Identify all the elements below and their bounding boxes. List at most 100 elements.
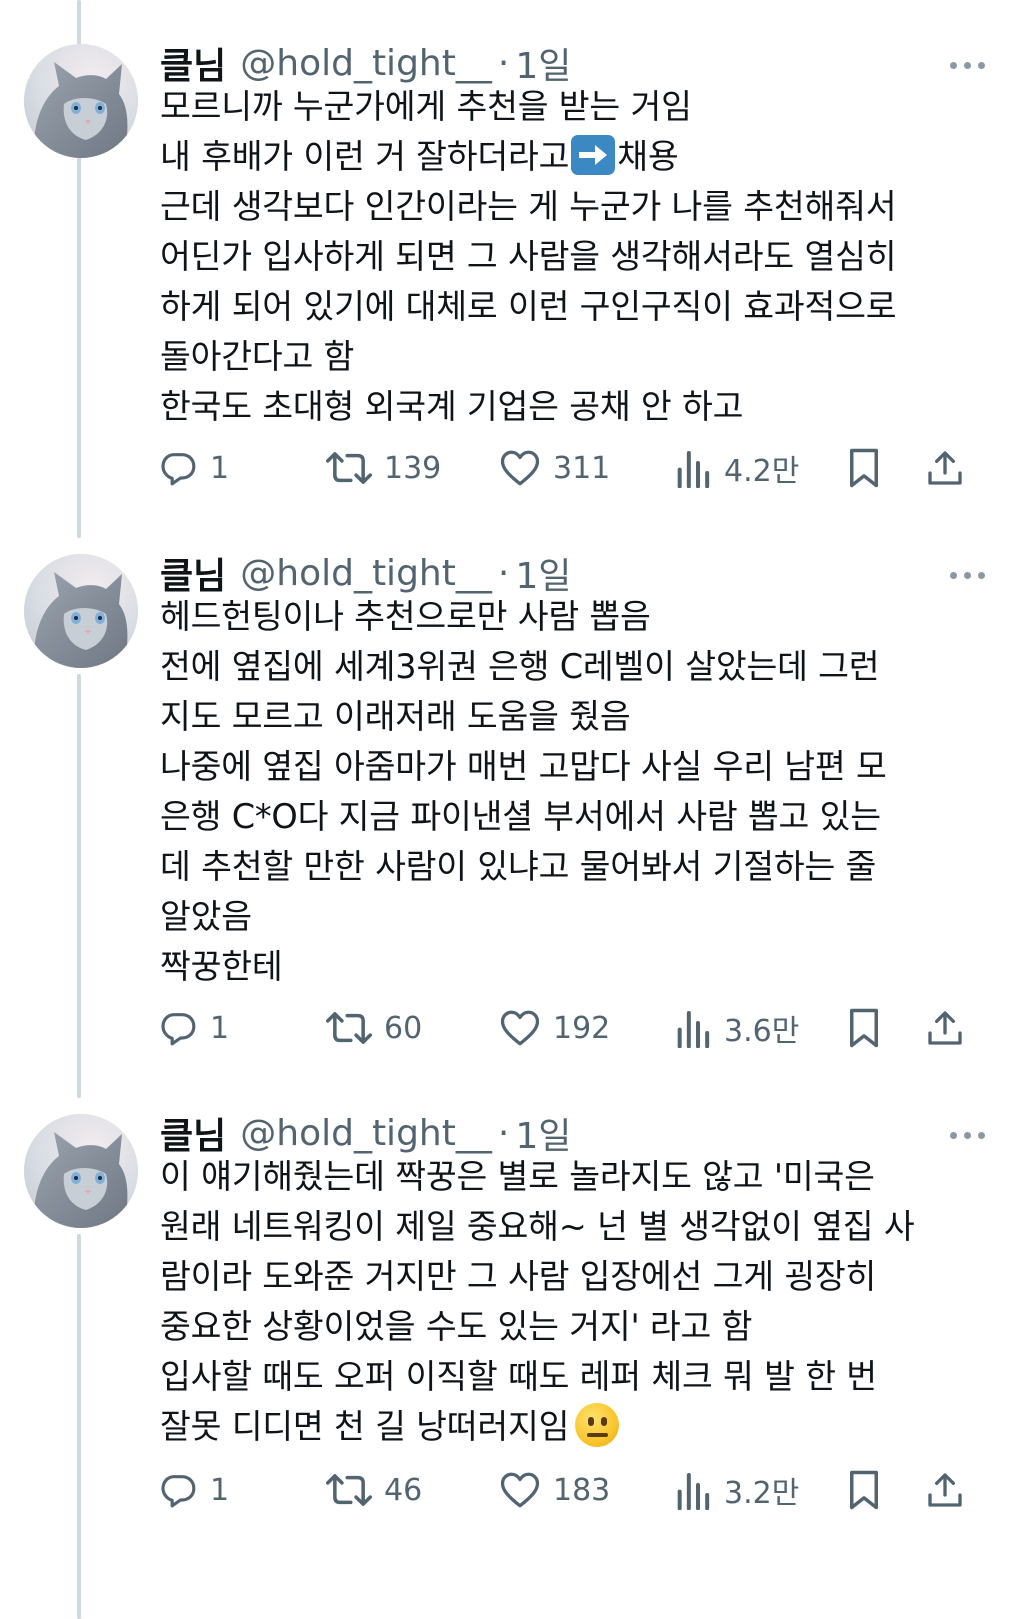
retweet-icon xyxy=(326,1474,372,1506)
tweet[interactable]: 클님 @hold_tight__ · 1일 이 얘기해줬는데 짝꿍은 별로 놀라… xyxy=(0,1113,1024,1614)
reply-button[interactable]: 1 xyxy=(158,1465,229,1515)
reply-icon xyxy=(161,453,196,486)
text-line: 은행 C*O다 지금 파이낸셜 부서에서 사람 뽑고 있는 xyxy=(160,797,881,836)
text-line: 나중에 옆집 아줌마가 매번 고맙다 사실 우리 남편 모 xyxy=(160,747,887,786)
views-button[interactable]: 4.2만 xyxy=(674,443,799,493)
views-count: 3.6만 xyxy=(724,1014,800,1049)
bookmark-icon xyxy=(850,1470,878,1510)
reply-count: 1 xyxy=(210,1472,230,1508)
bookmark-button[interactable] xyxy=(846,443,882,493)
bookmark-button[interactable] xyxy=(846,1465,882,1515)
views-count: 3.2만 xyxy=(724,1476,800,1511)
text-segment: 잘못 디디면 천 길 낭떠러지임 xyxy=(160,1407,570,1446)
reply-button[interactable]: 1 xyxy=(158,443,229,493)
like-button[interactable]: 183 xyxy=(499,1465,610,1515)
avatar[interactable] xyxy=(24,44,138,158)
cat-avatar-image xyxy=(24,44,138,158)
cat-avatar-image xyxy=(24,554,138,668)
views-button[interactable]: 3.6만 xyxy=(674,1003,799,1053)
reply-count: 1 xyxy=(210,450,230,486)
action-bar: 1 60 192 3.6만 xyxy=(0,1003,1024,1053)
views-icon xyxy=(677,451,710,488)
share-button[interactable] xyxy=(925,443,965,493)
share-icon xyxy=(928,1011,962,1045)
cat-avatar-image xyxy=(24,1114,138,1228)
like-count: 192 xyxy=(553,1010,611,1046)
text-line: 잘못 디디면 천 길 낭떠러지임 xyxy=(160,1402,990,1452)
bookmark-icon xyxy=(850,1008,878,1048)
like-button[interactable]: 192 xyxy=(499,1003,610,1053)
retweet-count: 139 xyxy=(384,450,442,486)
neutral-face-emoji xyxy=(575,1403,620,1447)
avatar[interactable] xyxy=(24,554,138,668)
text-line: 원래 네트워킹이 제일 중요해~ 넌 별 생각없이 옆집 사 xyxy=(160,1207,915,1246)
text-line: 근데 생각보다 인간이라는 게 누군가 나를 추천해줘서 xyxy=(160,187,897,226)
retweet-count: 60 xyxy=(384,1010,423,1046)
retweet-count: 46 xyxy=(384,1472,423,1508)
text-line: 모르니까 누군가에게 추천을 받는 거임 xyxy=(160,87,692,126)
tweet-header: 클님 @hold_tight__ · 1일 xyxy=(160,548,571,598)
bookmark-icon xyxy=(850,448,878,488)
text-line: 어딘가 입사하게 되면 그 사람을 생각해서라도 열심히 xyxy=(160,237,897,276)
user-handle[interactable]: @hold_tight__ xyxy=(240,1113,492,1154)
tweet-header: 클님 @hold_tight__ · 1일 xyxy=(160,1108,571,1158)
reply-button[interactable]: 1 xyxy=(158,1003,229,1053)
tweet-text: 헤드헌팅이나 추천으로만 사람 뽑음 전에 옆집에 세계3위권 은행 C레벨이 … xyxy=(160,592,990,992)
separator: · xyxy=(497,42,510,84)
right-arrow-emoji xyxy=(571,135,616,175)
more-icon[interactable] xyxy=(950,1128,990,1142)
text-line: 한국도 초대형 외국계 기업은 공채 안 하고 xyxy=(160,387,744,426)
like-button[interactable]: 311 xyxy=(499,443,610,493)
retweet-button[interactable]: 60 xyxy=(326,1003,422,1053)
text-line: 돌아간다고 함 xyxy=(160,337,355,376)
bookmark-button[interactable] xyxy=(846,1003,882,1053)
tweet[interactable]: 클님 @hold_tight__ · 1일 모르니까 누군가에게 추천을 받는 … xyxy=(0,43,1024,544)
text-line: 하게 되어 있기에 대체로 이런 구인구직이 효과적으로 xyxy=(160,287,897,326)
text-line: 내 후배가 이런 거 잘하더라고 채용 xyxy=(160,132,990,182)
user-handle[interactable]: @hold_tight__ xyxy=(240,43,492,84)
action-bar: 1 139 311 4.2만 xyxy=(0,443,1024,493)
views-icon xyxy=(677,1011,710,1048)
retweet-button[interactable]: 139 xyxy=(326,443,441,493)
text-line: 짝꿍한테 xyxy=(160,947,283,986)
reply-icon xyxy=(161,1013,196,1046)
text-segment: 내 후배가 이런 거 잘하더라고 xyxy=(160,137,570,176)
text-line: 헤드헌팅이나 추천으로만 사람 뽑음 xyxy=(160,597,651,636)
more-icon[interactable] xyxy=(950,568,990,582)
separator: · xyxy=(497,1112,510,1154)
like-count: 183 xyxy=(553,1472,611,1508)
text-segment: 채용 xyxy=(617,137,679,176)
user-handle[interactable]: @hold_tight__ xyxy=(240,553,492,594)
text-line: 중요한 상황이었을 수도 있는 거지' 라고 함 xyxy=(160,1307,753,1346)
tweet-text: 이 얘기해줬는데 짝꿍은 별로 놀라지도 않고 '미국은 원래 네트워킹이 제일… xyxy=(160,1152,990,1452)
action-bar: 1 46 183 3.2만 xyxy=(0,1465,1024,1515)
text-line: 데 추천할 만한 사람이 있냐고 물어봐서 기절하는 줄 xyxy=(160,847,877,886)
heart-icon xyxy=(500,1472,540,1508)
tweet[interactable]: 클님 @hold_tight__ · 1일 헤드헌팅이나 추천으로만 사람 뽑음… xyxy=(0,553,1024,1094)
share-button[interactable] xyxy=(925,1465,965,1515)
heart-icon xyxy=(500,1010,540,1046)
text-line: 알았음 xyxy=(160,897,252,936)
tweet-header: 클님 @hold_tight__ · 1일 xyxy=(160,38,571,88)
views-button[interactable]: 3.2만 xyxy=(674,1465,799,1515)
text-line: 이 얘기해줬는데 짝꿍은 별로 놀라지도 않고 '미국은 xyxy=(160,1157,875,1196)
text-line: 람이라 도와준 거지만 그 사람 입장에선 그게 굉장히 xyxy=(160,1257,877,1296)
avatar[interactable] xyxy=(24,1114,138,1228)
separator: · xyxy=(497,552,510,594)
text-line: 지도 모르고 이래저래 도움을 줬음 xyxy=(160,697,631,736)
share-icon xyxy=(928,1473,962,1507)
tweet-text: 모르니까 누군가에게 추천을 받는 거임 내 후배가 이런 거 잘하더라고 채용 … xyxy=(160,82,990,432)
views-icon xyxy=(677,1473,710,1510)
more-icon[interactable] xyxy=(950,58,990,72)
share-icon xyxy=(928,451,962,485)
share-button[interactable] xyxy=(925,1003,965,1053)
text-line: 입사할 때도 오퍼 이직할 때도 레퍼 체크 뭐 발 한 번 xyxy=(160,1357,877,1396)
views-count: 4.2만 xyxy=(724,454,800,489)
reply-count: 1 xyxy=(210,1010,230,1046)
text-line: 전에 옆집에 세계3위권 은행 C레벨이 살았는데 그런 xyxy=(160,647,880,686)
reply-icon xyxy=(161,1475,196,1508)
retweet-button[interactable]: 46 xyxy=(326,1465,422,1515)
like-count: 311 xyxy=(553,450,611,486)
retweet-icon xyxy=(326,1012,372,1044)
retweet-icon xyxy=(326,452,372,484)
